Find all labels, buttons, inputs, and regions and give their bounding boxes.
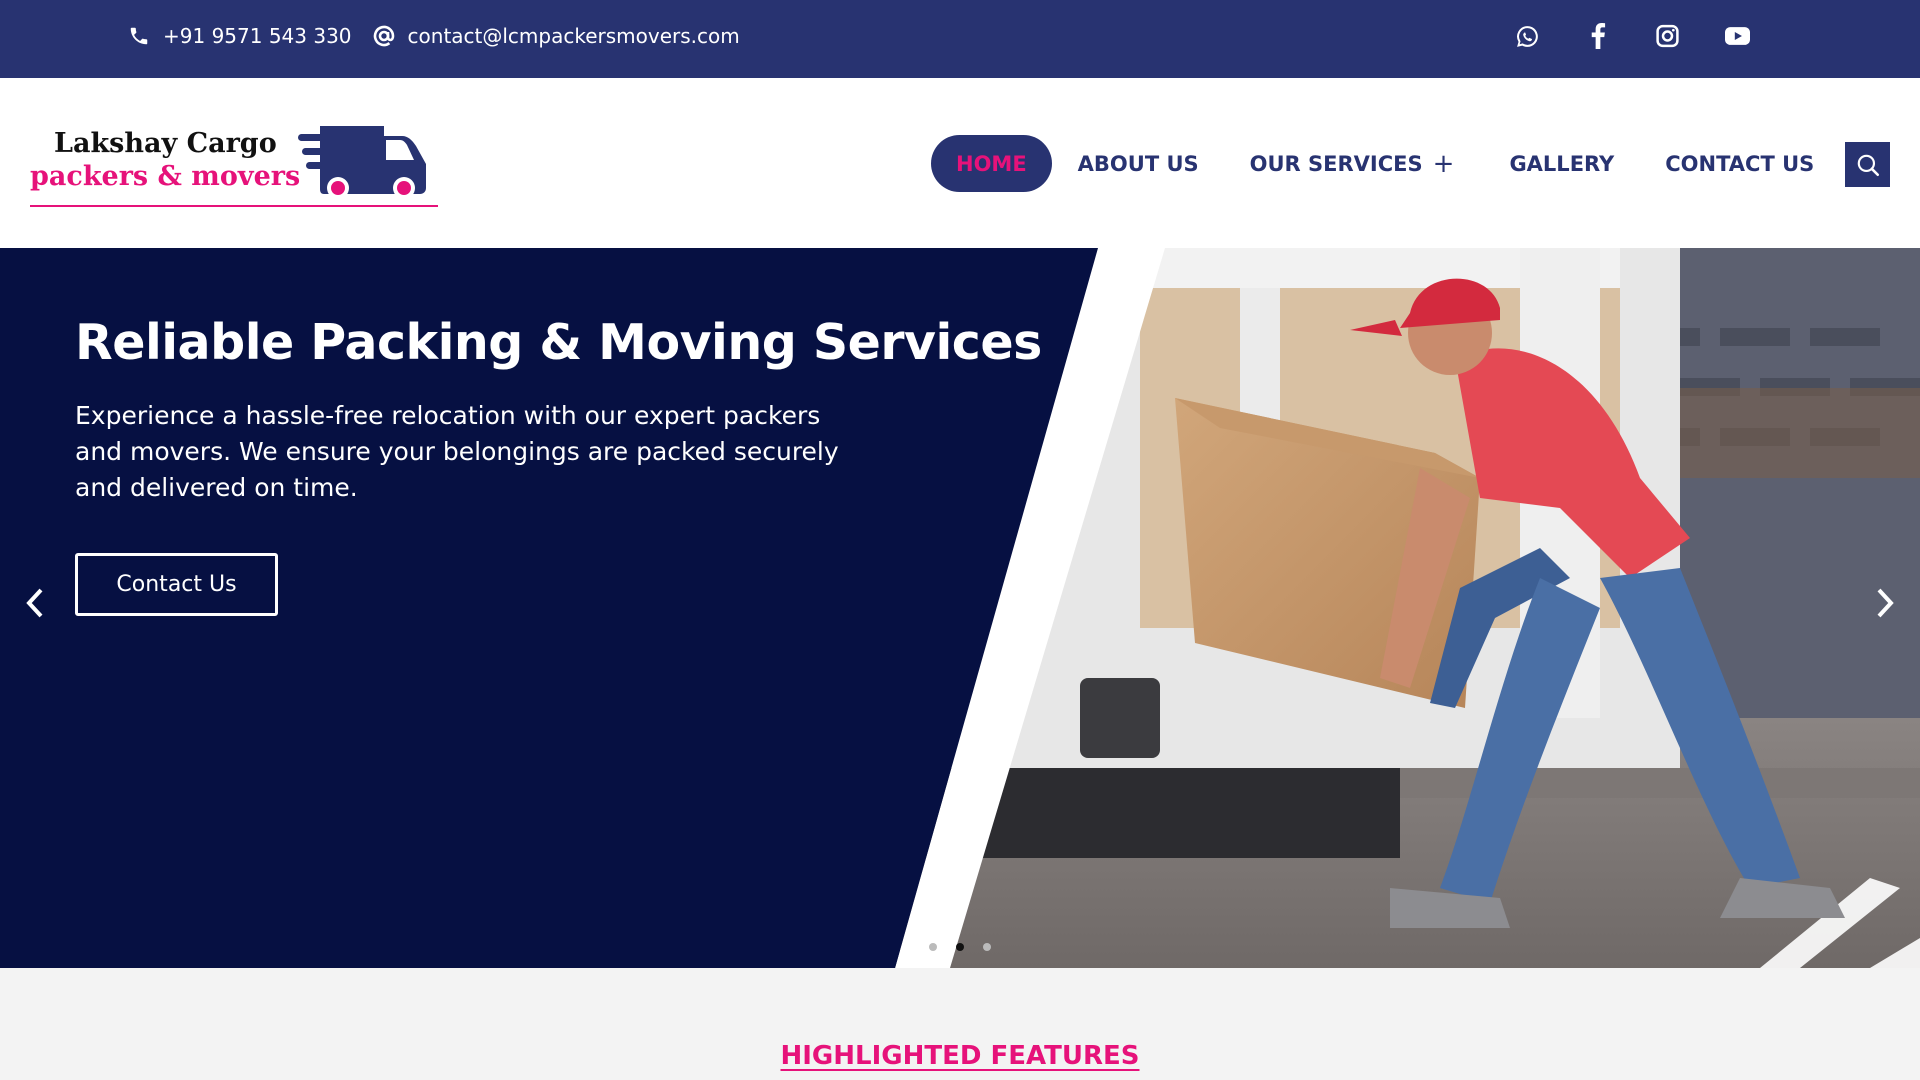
chevron-left-icon [26,588,43,618]
phone-icon [127,24,151,48]
whatsapp-icon[interactable] [1515,22,1540,50]
delivery-truck-icon [298,126,426,199]
search-icon [1857,154,1879,176]
chevron-right-icon [1877,588,1894,618]
hero-heading: Reliable Packing & Moving Services [75,314,1042,371]
nav-our-services[interactable]: OUR SERVICES + [1250,135,1455,192]
facebook-icon[interactable] [1585,22,1610,50]
slider-dot-3[interactable] [983,943,991,951]
nav-about-us[interactable]: ABOUT US [1078,135,1199,192]
logo-line-1: Lakshay Cargo [54,128,277,159]
instagram-icon[interactable] [1655,22,1680,50]
email-link[interactable]: contact@lcmpackersmovers.com [408,24,740,48]
section-heading-text: HIGHLIGHTED FEATURES [780,1041,1140,1071]
slider-pagination [929,943,991,951]
slider-next-button[interactable] [1870,583,1900,623]
plus-icon[interactable]: + [1433,149,1455,179]
at-sign-icon [372,24,396,48]
social-links [1515,22,1750,50]
slider-dot-1[interactable] [929,943,937,951]
nav-gallery[interactable]: GALLERY [1509,135,1614,192]
site-header: Lakshay Cargo packers & movers HOME ABOU… [0,78,1920,248]
main-navigation: HOME ABOUT US OUR SERVICES + GALLERY CON… [931,135,1814,192]
logo-line-2: packers & movers [30,161,301,192]
nav-our-services-label: OUR SERVICES [1249,151,1423,176]
highlighted-features-section: HIGHLIGHTED FEATURES [0,968,1920,1080]
search-button[interactable] [1845,142,1890,187]
hero-slider: Reliable Packing & Moving Services Exper… [0,248,1920,968]
slider-dot-2[interactable] [956,943,964,951]
top-contact-bar: +91 9571 543 330 contact@lcmpackersmover… [0,0,1920,78]
nav-home[interactable]: HOME [931,135,1052,192]
section-heading: HIGHLIGHTED FEATURES [0,1041,1920,1071]
youtube-icon[interactable] [1725,22,1750,50]
company-logo[interactable]: Lakshay Cargo packers & movers [30,118,438,208]
logo-underline [30,205,438,207]
hero-description: Experience a hassle-free relocation with… [75,401,839,502]
slider-prev-button[interactable] [20,583,50,623]
contact-info: +91 9571 543 330 contact@lcmpackersmover… [127,24,760,48]
phone-link[interactable]: +91 9571 543 330 [163,24,352,48]
hero-contact-button[interactable]: Contact Us [75,553,278,616]
nav-contact-us[interactable]: CONTACT US [1665,135,1814,192]
